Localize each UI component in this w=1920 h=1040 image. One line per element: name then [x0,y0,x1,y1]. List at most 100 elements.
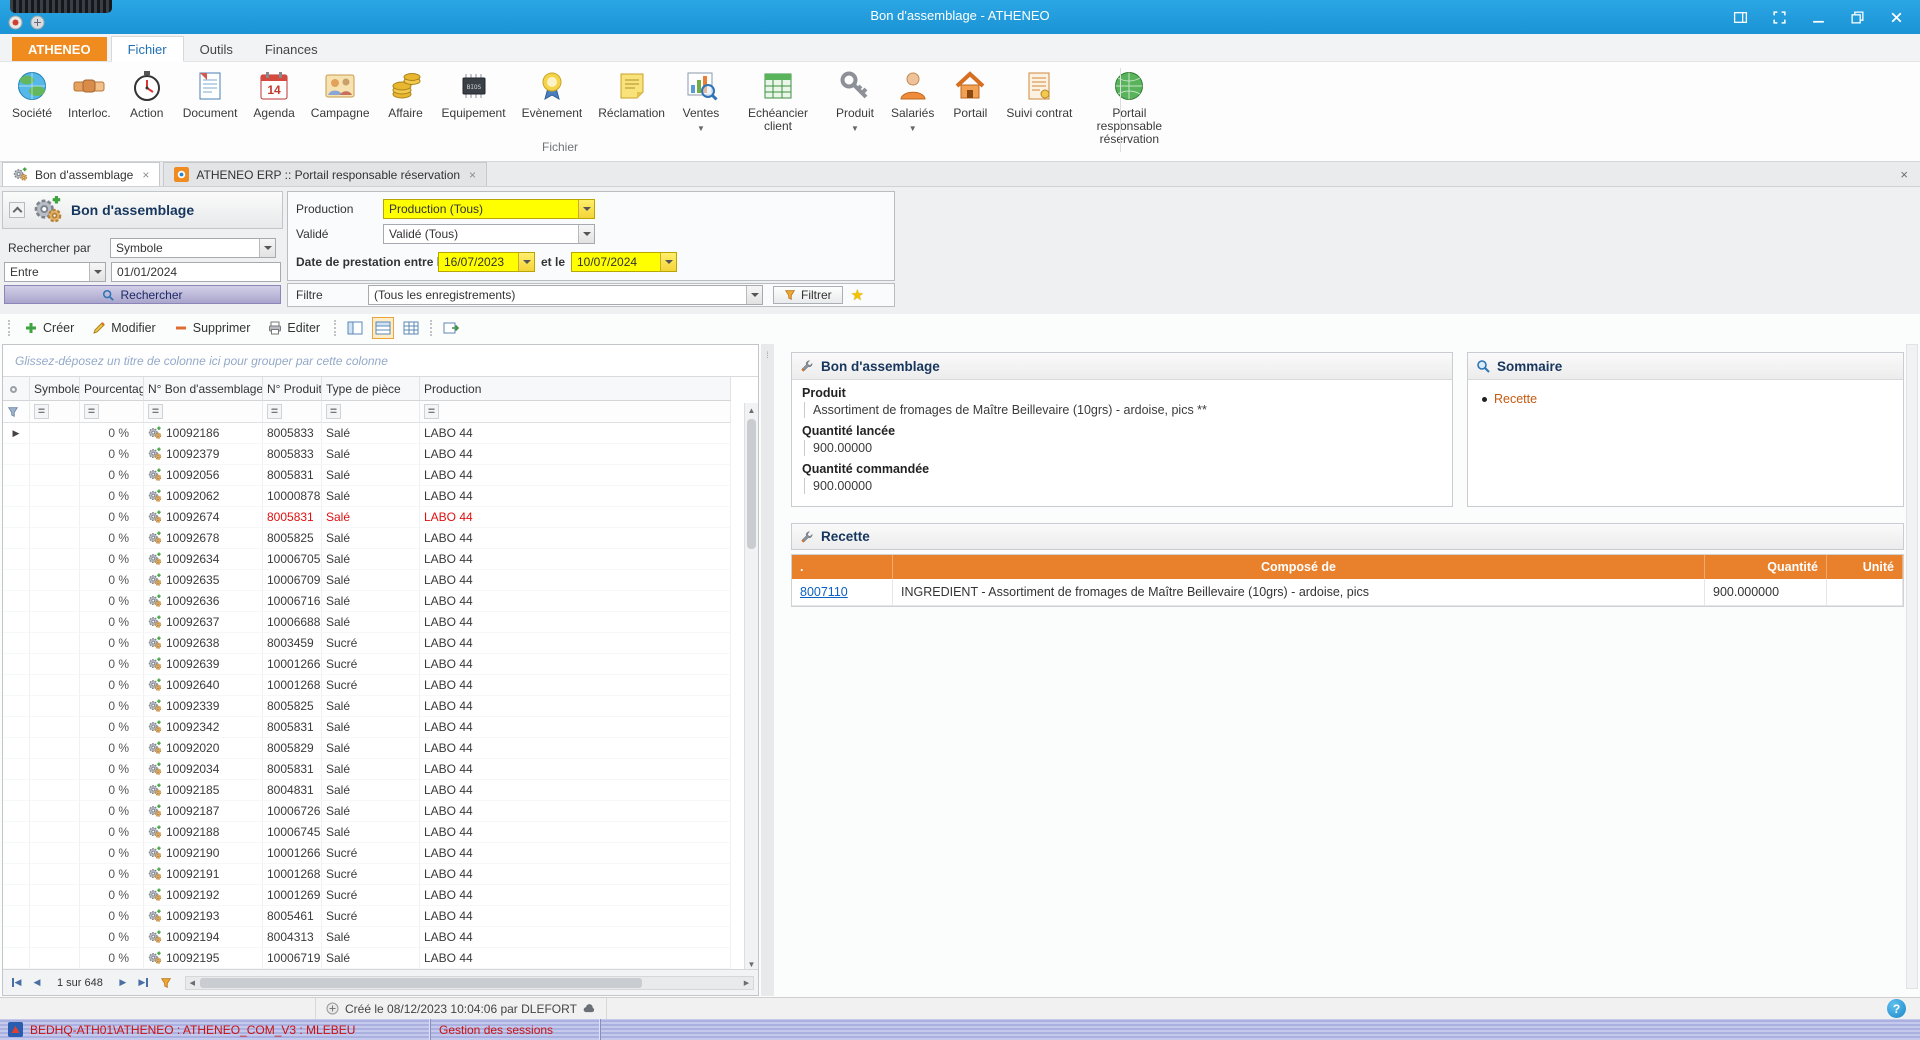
recette-id-link[interactable]: 8007110 [800,585,848,599]
column-header-production[interactable]: Production [420,377,731,401]
chevron-down-icon[interactable] [259,239,275,257]
table-row[interactable]: 0 % 10092192 10001269 Sucré LABO 44 [3,885,758,906]
filter-operator-icon[interactable]: = [326,404,342,419]
table-row[interactable]: 0 % 10092020 8005829 Salé LABO 44 [3,738,758,759]
table-row[interactable]: ▶ 0 % 10092186 8005833 Salé LABO 44 [3,423,758,444]
ribbon-item-salaries[interactable]: Salariés ▼ [883,67,942,137]
chevron-down-icon[interactable] [660,253,676,271]
ribbon-item-agenda[interactable]: 14 Agenda [245,67,302,122]
sessions-segment[interactable]: Gestion des sessions [431,1019,601,1040]
edit-print-button[interactable]: Editer [262,318,326,338]
tabstrip-close-icon[interactable]: × [1900,167,1908,182]
ribbon-item-suivi-contrat[interactable]: Suivi contrat [998,67,1080,122]
ribbon-item-produit[interactable]: Produit ▼ [827,67,883,137]
ribbon-tab-fichier[interactable]: Fichier [110,36,184,62]
ribbon-item-interloc[interactable]: Interloc. [60,67,119,122]
table-row[interactable]: 0 % 10092635 10006709 Salé LABO 44 [3,570,758,591]
scroll-right-icon[interactable]: ▶ [740,977,753,989]
recette-column-compose-de[interactable]: Composé de [893,555,1705,579]
table-row[interactable]: 0 % 10092674 8005831 Salé LABO 44 [3,507,758,528]
filter-cell-5[interactable]: = [322,401,420,423]
table-row[interactable]: 0 % 10092634 10006705 Salé LABO 44 [3,549,758,570]
favorite-star-icon[interactable]: ★ [851,286,864,304]
table-row[interactable]: 0 % 10092639 10001266 Sucré LABO 44 [3,654,758,675]
table-row[interactable]: 0 % 10092379 8005833 Salé LABO 44 [3,444,758,465]
date-to-select[interactable]: 10/07/2024 [571,252,677,272]
grid-horizontal-scrollbar[interactable]: ◀ ▶ [184,975,754,990]
table-row[interactable]: 0 % 10092193 8005461 Sucré LABO 44 [3,906,758,927]
ribbon-item-document[interactable]: Document [175,67,246,122]
sommaire-link-recette[interactable]: Recette [1494,392,1537,406]
doc-tab-bon-d-assemblage[interactable]: Bon d'assemblage × [2,162,161,186]
ribbon-tab-atheneo[interactable]: ATHENEO [12,37,107,61]
table-row[interactable]: 0 % 10092062 10000878 Salé LABO 44 [3,486,758,507]
scrollbar-thumb[interactable] [747,419,756,549]
chevron-down-icon[interactable] [89,263,105,281]
chevron-down-icon[interactable] [746,286,762,304]
table-row[interactable]: 0 % 10092194 8004313 Salé LABO 44 [3,927,758,948]
tab-close-icon[interactable]: × [140,168,149,182]
table-row[interactable]: 0 % 10092056 8005831 Salé LABO 44 [3,465,758,486]
table-row[interactable]: 0 % 10092339 8005825 Salé LABO 44 [3,696,758,717]
column-header-pourcentage[interactable]: Pourcentage [80,377,144,401]
view-detail-button[interactable] [400,317,422,339]
table-row[interactable]: 0 % 10092637 10006688 Salé LABO 44 [3,612,758,633]
ribbon-item-evenement[interactable]: Evènement [514,67,591,122]
ribbon-item-societe[interactable]: Société [4,67,60,122]
filter-operator-icon[interactable]: = [267,404,283,419]
panel-splitter[interactable]: ⁞ [761,344,774,996]
chevron-down-icon[interactable] [518,253,534,271]
restore-icon[interactable] [1850,10,1865,25]
column-header-n-produit[interactable]: N° Produit [263,377,322,401]
scroll-up-icon[interactable]: ▲ [745,403,758,417]
filter-cell-3[interactable]: = [144,401,263,423]
filter-cell-0[interactable] [3,401,30,423]
grid-vertical-scrollbar[interactable]: ▲ ▼ [744,403,758,971]
filtrer-button[interactable]: Filtrer [773,286,843,304]
valide-select[interactable]: Validé (Tous) [383,224,595,244]
table-row[interactable]: 0 % 10092034 8005831 Salé LABO 44 [3,759,758,780]
production-select[interactable]: Production (Tous) [383,199,595,219]
details-scrollbar[interactable] [1906,344,1918,989]
export-button[interactable] [440,317,462,339]
filter-operator-icon[interactable]: = [424,404,440,419]
ribbon-item-action[interactable]: Action [119,67,175,122]
ribbon-item-ventes[interactable]: Ventes ▼ [673,67,729,137]
date-operator-select[interactable]: Entre [4,262,106,282]
fullscreen-icon[interactable] [1772,10,1787,25]
table-row[interactable]: 0 % 10092638 8003459 Sucré LABO 44 [3,633,758,654]
minimize-icon[interactable] [1811,10,1826,25]
ribbon-item-portail-responsable-reservation[interactable]: Portail responsable réservation [1080,67,1178,148]
ribbon-item-echeancier-client[interactable]: Echéancier client [729,67,827,135]
pager-funnel-icon[interactable] [160,977,172,989]
recette-column-unite[interactable]: Unité [1827,555,1903,579]
recette-column-id[interactable]: . [792,555,893,579]
tab-close-icon[interactable]: × [467,168,476,182]
date-from-input[interactable]: 01/01/2024 [111,262,281,282]
recette-row[interactable]: 8007110 INGREDIENT - Assortiment de froma… [792,579,1903,606]
filter-operator-icon[interactable]: = [84,404,100,419]
next-page-button[interactable]: ▶ [114,974,132,992]
date-from-select[interactable]: 16/07/2023 [438,252,535,272]
ribbon-item-campagne[interactable]: Campagne [303,67,378,122]
column-header-type-de-piece[interactable]: Type de pièce [322,377,420,401]
close-icon[interactable] [1889,10,1904,25]
chevron-down-icon[interactable] [578,225,594,243]
filter-cell-6[interactable]: = [420,401,731,423]
scroll-left-icon[interactable]: ◀ [186,977,199,989]
column-header-indicator[interactable] [3,377,30,401]
delete-button[interactable]: Supprimer [168,318,257,338]
column-header-symbole[interactable]: Symbole [30,377,80,401]
table-row[interactable]: 0 % 10092185 8004831 Salé LABO 44 [3,780,758,801]
table-row[interactable]: 0 % 10092187 10006726 Salé LABO 44 [3,801,758,822]
table-row[interactable]: 0 % 10092678 8005825 Salé LABO 44 [3,528,758,549]
panel-toggle-icon[interactable] [1733,10,1748,25]
search-button[interactable]: Rechercher [4,285,281,304]
doc-tab-atheneo-erp-portail-responsable-reservation[interactable]: ATHENEO ERP :: Portail responsable réser… [163,162,488,186]
table-row[interactable]: 0 % 10092188 10006745 Salé LABO 44 [3,822,758,843]
modify-button[interactable]: Modifier [86,318,161,338]
table-row[interactable]: 0 % 10092640 10001268 Sucré LABO 44 [3,675,758,696]
first-page-button[interactable]: ◀ [7,974,25,992]
view-list-button[interactable] [344,317,366,339]
ribbon-item-portail[interactable]: Portail [942,67,998,122]
